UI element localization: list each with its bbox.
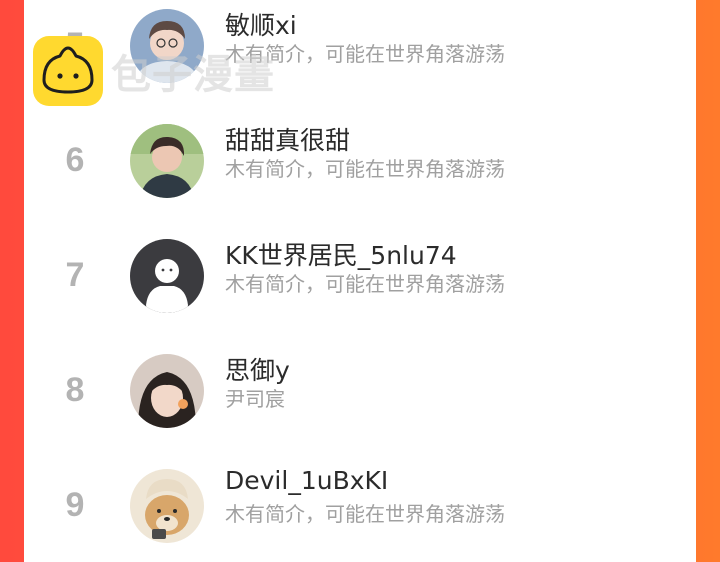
user-bio: 木有简介，可能在世界角落游荡 (225, 502, 505, 526)
user-name: 思御y (225, 356, 290, 385)
user-name: Devil_1uBxKI (225, 466, 389, 495)
rank-number: 7 (65, 256, 85, 294)
avatar[interactable] (130, 469, 204, 543)
list-item[interactable]: 8 思御y 尹司宸 (24, 333, 696, 448)
user-name: 甜甜真很甜 (225, 126, 351, 155)
rank-number: 6 (65, 141, 85, 179)
avatar[interactable] (130, 124, 204, 198)
watermark-text: 包子漫畫 (111, 52, 275, 98)
watermark: 包子漫畫 (33, 36, 275, 106)
user-bio: 木有简介，可能在世界角落游荡 (225, 157, 505, 181)
avatar[interactable] (130, 239, 204, 313)
rank-number: 9 (65, 486, 85, 524)
rank-number: 8 (65, 371, 85, 409)
user-bio: 尹司宸 (225, 387, 285, 411)
list-item[interactable]: 6 甜甜真很甜 木有简介，可能在世界角落游荡 (24, 103, 696, 218)
user-bio: 木有简介，可能在世界角落游荡 (225, 272, 505, 296)
avatar[interactable] (130, 354, 204, 428)
list-item[interactable]: 9 Devil_1uBxKI 木有简介，可能在世界角落游荡 (24, 448, 696, 562)
list-item[interactable]: 7 KK世界居民_5nlu74 木有简介，可能在世界角落游荡 (24, 218, 696, 333)
user-name: KK世界居民_5nlu74 (225, 241, 457, 270)
bun-logo-icon (33, 36, 103, 106)
